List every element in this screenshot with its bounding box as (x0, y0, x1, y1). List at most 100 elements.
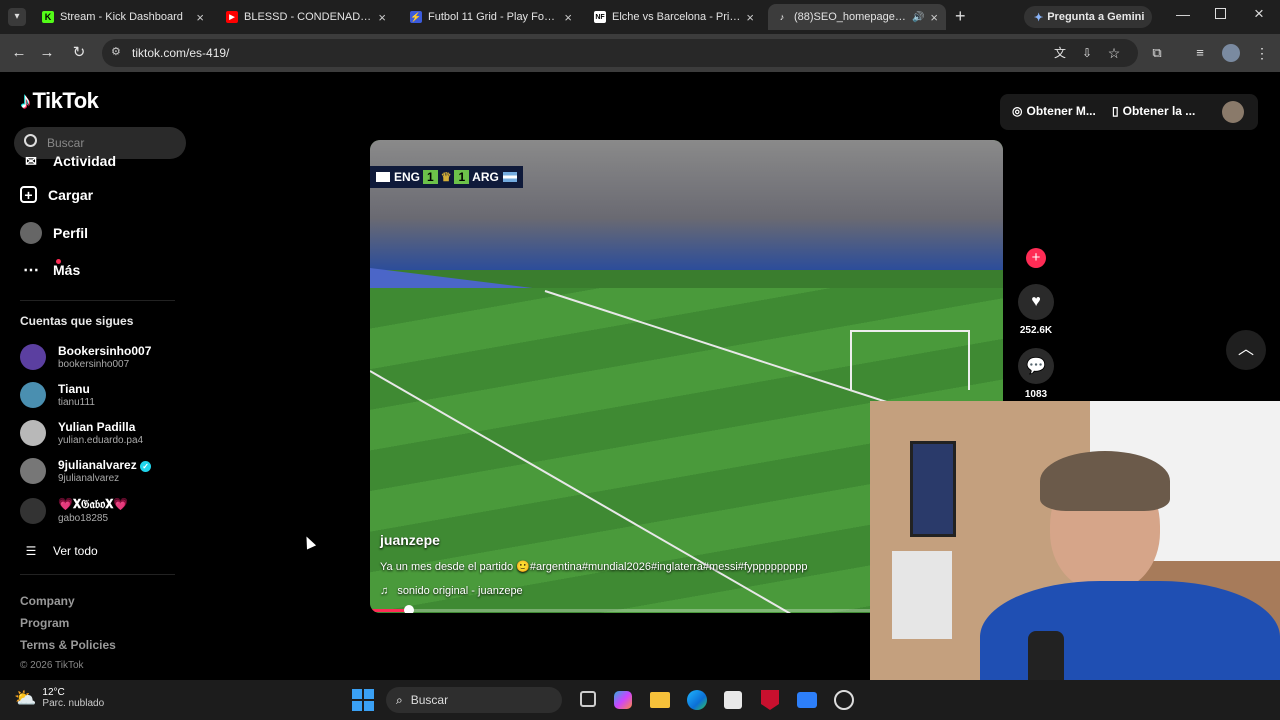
mail-icon[interactable] (797, 692, 817, 708)
site-info-icon[interactable]: ⚙ (111, 45, 121, 58)
avatar (20, 458, 46, 484)
get-coins-button[interactable]: ◎ Obtener M... (1012, 104, 1096, 118)
file-explorer-icon[interactable] (650, 692, 670, 708)
close-window-button[interactable]: × (1254, 4, 1264, 24)
close-tab-icon[interactable]: × (930, 10, 938, 25)
address-bar[interactable]: ⚙ tiktok.com/es-419/ (102, 39, 1138, 67)
webcam-poster (910, 441, 956, 537)
like-count: 252.6K (1019, 325, 1053, 336)
close-tab-icon[interactable]: × (564, 10, 572, 25)
footer-company[interactable]: Company (20, 594, 75, 608)
follow-button[interactable]: + (1018, 248, 1054, 268)
account-username: tianu111 (58, 397, 95, 408)
windows-taskbar: ⛅ 12°C Parc. nublado ⌕ Buscar (0, 680, 1280, 720)
tab-youtube[interactable]: ▶ BLESSD - CONDENADO AL C × (218, 4, 394, 30)
start-button[interactable] (352, 689, 374, 711)
scorebug: ENG 1 ♛ 1 ARG (370, 166, 523, 188)
webcam-overlay (870, 401, 1280, 720)
comment-count: 1083 (1024, 389, 1048, 400)
get-coins-label: Obtener M... (1026, 104, 1096, 118)
tab-title: Elche vs Barcelona - Primera (612, 11, 741, 23)
comment-button[interactable]: 💬 1083 (1018, 348, 1054, 400)
followed-account[interactable]: Bookersinho007 bookersinho007 (20, 344, 151, 370)
edge-icon[interactable] (687, 690, 707, 710)
avatar (20, 344, 46, 370)
home-score: 1 (423, 170, 438, 184)
tab-kick[interactable]: K Stream - Kick Dashboard × (34, 4, 212, 30)
account-username: gabo18285 (58, 513, 109, 524)
follow-plus-icon: + (1026, 248, 1046, 268)
followed-account[interactable]: Yulian Padilla yulian.eduardo.pa4 (20, 420, 143, 446)
back-button[interactable]: ← (9, 43, 29, 63)
close-tab-icon[interactable]: × (196, 10, 204, 25)
phone-icon: ▯ (1112, 104, 1119, 118)
nav-activity[interactable]: ✉ Actividad (20, 152, 116, 170)
close-tab-icon[interactable]: × (746, 10, 754, 25)
media-control-icon[interactable]: ≡ (1190, 43, 1210, 63)
followed-account[interactable]: Tianu tianu111 (20, 382, 95, 408)
close-tab-icon[interactable]: × (378, 10, 386, 25)
get-app-button[interactable]: ▯ Obtener la ... (1112, 104, 1195, 118)
tab-futbol11[interactable]: ⚡ Futbol 11 Grid - Play Footba × (402, 4, 580, 30)
webcam-person-hair (1040, 451, 1170, 511)
get-app-label: Obtener la ... (1122, 104, 1196, 118)
speaker-icon[interactable]: 🔊 (912, 12, 924, 23)
install-app-icon[interactable]: ⇩ (1077, 43, 1097, 63)
store-icon[interactable] (724, 691, 742, 709)
nav-upload[interactable]: + Cargar (20, 186, 93, 203)
video-sound[interactable]: ♫ sonido original - juanzepe (380, 585, 523, 597)
extensions-icon[interactable]: ⧉ (1147, 43, 1167, 63)
tab-search-dropdown-icon[interactable]: ▾ (8, 8, 26, 26)
tiktok-note-icon: ♪ (20, 88, 31, 113)
account-name: Tianu (58, 382, 90, 396)
away-team: ARG (472, 170, 499, 184)
coin-icon: ◎ (1012, 104, 1023, 118)
mcafee-icon[interactable] (761, 690, 779, 710)
taskbar-search[interactable]: ⌕ Buscar (386, 687, 562, 713)
copilot-icon[interactable] (614, 691, 632, 709)
following-title: Cuentas que sigues (20, 314, 134, 328)
forward-button[interactable]: → (37, 43, 57, 63)
comment-icon: 💬 (1018, 348, 1054, 384)
weather-cloud-icon: ⛅ (14, 687, 37, 708)
flag-argentina-icon (502, 172, 517, 182)
obs-icon[interactable] (834, 690, 854, 710)
scroll-up-button[interactable]: ︿ (1226, 330, 1266, 370)
minimize-button[interactable]: — (1176, 6, 1190, 22)
followed-account[interactable]: 💗𝐗𝔊𝔞𝔟𝔬𝐗💗 gabo18285 (20, 497, 128, 524)
tab-elche-barcelona[interactable]: NF Elche vs Barcelona - Primera × (586, 4, 762, 30)
away-score: 1 (454, 170, 470, 184)
reload-button[interactable]: ↻ (69, 43, 89, 63)
user-avatar[interactable] (1222, 101, 1244, 123)
profile-avatar[interactable] (1222, 44, 1240, 62)
account-name: Bookersinho007 (58, 344, 152, 358)
nav-profile[interactable]: Perfil (20, 222, 88, 244)
home-team: ENG (394, 170, 421, 184)
nav-more[interactable]: ⋯ Más (20, 259, 80, 281)
maximize-button[interactable] (1215, 8, 1226, 19)
tiktok-logo[interactable]: ♪ TikTok (20, 88, 99, 114)
video-username[interactable]: juanzepe (380, 532, 440, 548)
translate-icon[interactable]: 文 (1050, 43, 1070, 63)
tab-tiktok[interactable]: ♪ (88)SEO_homepage_title 🔊 × (768, 4, 946, 30)
see-all-button[interactable]: ☰ Ver todo (20, 540, 98, 562)
new-tab-button[interactable]: + (955, 6, 966, 27)
bookmark-star-icon[interactable]: ☆ (1104, 43, 1124, 63)
avatar (20, 420, 46, 446)
progress-knob[interactable] (404, 605, 415, 613)
sidebar-divider (20, 300, 175, 301)
footer-program[interactable]: Program (20, 616, 69, 630)
url-text: tiktok.com/es-419/ (132, 46, 230, 60)
youtube-icon: ▶ (226, 11, 238, 23)
followed-account[interactable]: 9julianalvarez ✓ 9julianalvarez (20, 458, 152, 484)
gemini-button[interactable]: ✦ Pregunta a Gemini (1024, 6, 1152, 28)
header-actions: ◎ Obtener M... ▯ Obtener la ... (1000, 94, 1258, 130)
task-view-icon[interactable] (580, 691, 596, 707)
search-icon: ⌕ (396, 692, 403, 707)
logo-text: TikTok (32, 88, 99, 113)
menu-icon[interactable]: ⋮ (1252, 43, 1272, 63)
like-button[interactable]: ♥ 252.6K (1018, 284, 1054, 336)
footer-terms[interactable]: Terms & Policies (20, 638, 116, 652)
weather-widget[interactable]: ⛅ 12°C Parc. nublado (14, 687, 104, 709)
account-username: bookersinho007 (58, 359, 130, 370)
